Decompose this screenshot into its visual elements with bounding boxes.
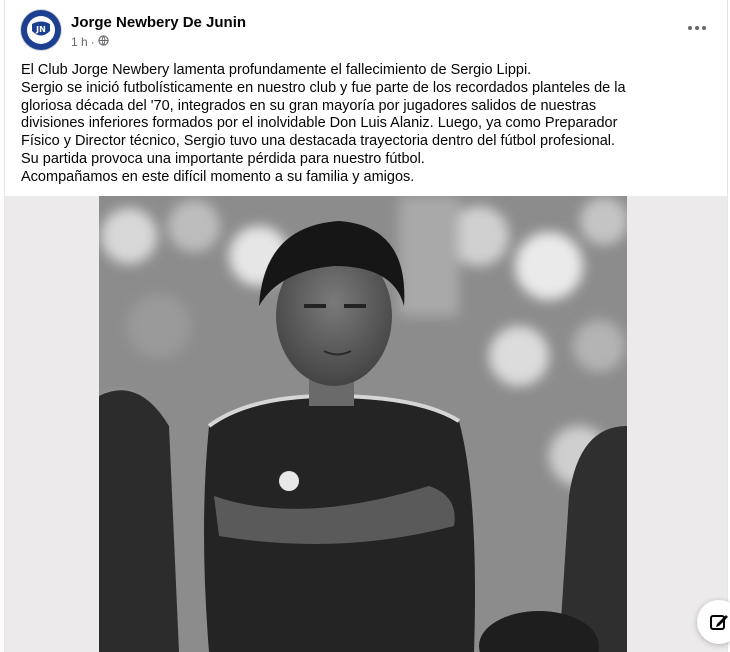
- post-text-line: Su partida provoca una importante pérdid…: [21, 150, 425, 167]
- post-timestamp[interactable]: 1 h: [71, 35, 88, 49]
- post-photo[interactable]: [99, 196, 627, 652]
- page-avatar[interactable]: JN: [21, 10, 61, 50]
- meta-separator: ·: [90, 35, 95, 49]
- post-text-line: divisiones inferiores formados por el in…: [21, 115, 618, 132]
- post-text-line: gloriosa década del '70, integrados en s…: [21, 97, 597, 114]
- page-name-link[interactable]: Jorge Newbery De Junin: [71, 14, 246, 31]
- post-text-line: El Club Jorge Newbery lamenta profundame…: [21, 62, 532, 78]
- svg-text:JN: JN: [35, 25, 46, 34]
- post-text: El Club Jorge Newbery lamenta profundame…: [21, 62, 711, 187]
- post-media[interactable]: [5, 196, 727, 652]
- facebook-post-card: JN Jorge Newbery De Junin 1 h · El Club …: [4, 0, 728, 652]
- post-text-line: Físico y Director técnico, Sergio tuvo u…: [21, 133, 616, 150]
- post-meta: 1 h ·: [71, 35, 109, 49]
- globe-icon: [98, 35, 109, 49]
- more-options-icon[interactable]: [683, 18, 711, 38]
- club-logo-icon: JN: [27, 16, 55, 44]
- post-text-line: Sergio se inició futbolísticamente en nu…: [21, 79, 626, 96]
- post-header: JN Jorge Newbery De Junin 1 h ·: [5, 0, 727, 60]
- post-text-line: Acompañamos en este difícil momento a su…: [21, 168, 415, 185]
